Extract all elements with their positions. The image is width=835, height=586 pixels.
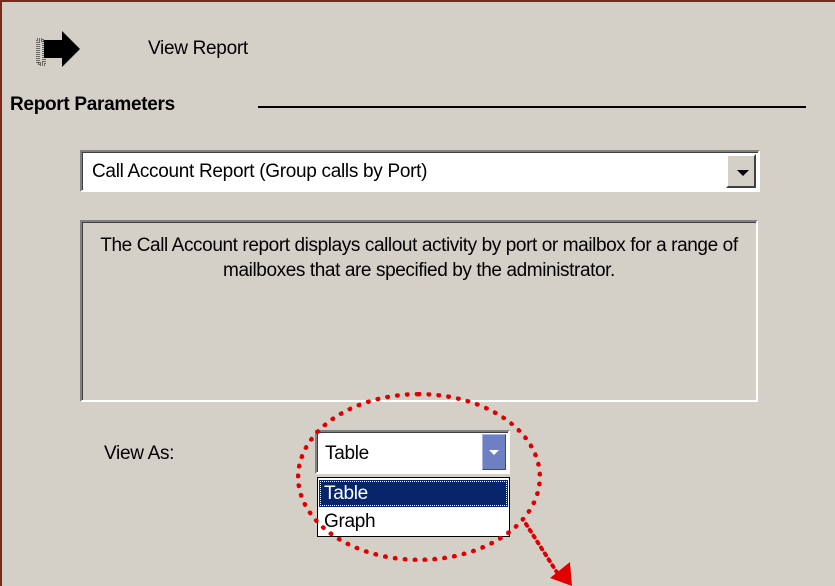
view-report-link[interactable]: View Report: [148, 38, 248, 60]
report-type-dropdown-button[interactable]: [726, 154, 756, 188]
view-as-label: View As:: [104, 443, 175, 464]
report-type-value: Call Account Report (Group calls by Port…: [92, 161, 428, 182]
chevron-down-icon: [737, 170, 749, 176]
section-divider: [258, 106, 806, 108]
report-type-dropdown[interactable]: Call Account Report (Group calls by Port…: [80, 150, 760, 192]
report-parameters-group: Report Parameters: [10, 90, 806, 120]
section-title: Report Parameters: [10, 94, 175, 115]
report-description-text: The Call Account report displays callout…: [100, 235, 738, 281]
arrow-right-icon[interactable]: [34, 28, 84, 72]
pointer-arrow-icon: [524, 522, 572, 586]
toolbar: View Report: [30, 25, 430, 75]
highlight-circle: [296, 392, 542, 562]
window-frame-top: [0, 0, 835, 2]
report-description: The Call Account report displays callout…: [80, 220, 758, 402]
window-frame-left: [0, 0, 2, 586]
